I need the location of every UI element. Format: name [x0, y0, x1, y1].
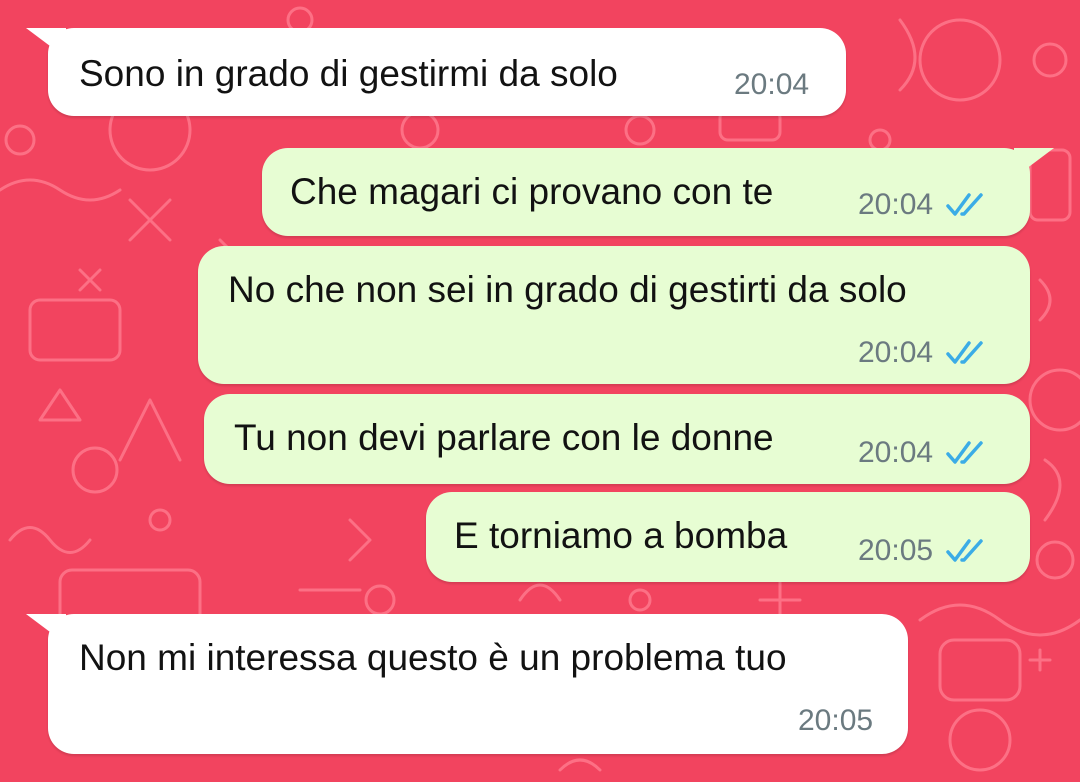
message-text: Non mi interessa questo è un problema tu… [79, 637, 787, 678]
message-bubble-outgoing[interactable]: Tu non devi parlare con le donne 20:04 [204, 394, 1030, 484]
message-bubble-outgoing[interactable]: Che magari ci provano con te 20:04 [262, 148, 1030, 236]
message-timestamp: 20:05 [858, 534, 989, 568]
message-timestamp: 20:04 [858, 436, 989, 470]
message-bubble-incoming[interactable]: Non mi interessa questo è un problema tu… [48, 614, 908, 754]
message-text: Che magari ci provano con te [290, 171, 774, 212]
message-text: Sono in grado di gestirmi da solo [79, 53, 618, 94]
message-timestamp: 20:04 [858, 336, 989, 370]
message-text: E torniamo a bomba [454, 515, 788, 556]
bubble-tail [26, 614, 66, 644]
message-bubble-outgoing[interactable]: E torniamo a bomba 20:05 [426, 492, 1030, 582]
double-check-read-icon [946, 193, 983, 216]
message-timestamp: 20:04 [858, 188, 989, 222]
message-text: No che non sei in grado di gestirti da s… [228, 269, 907, 310]
message-timestamp: 20:05 [798, 704, 874, 737]
message-text: Tu non devi parlare con le donne [234, 417, 774, 458]
message-bubble-outgoing[interactable]: No che non sei in grado di gestirti da s… [198, 246, 1030, 384]
double-check-read-icon [946, 539, 983, 562]
bubble-tail [1014, 148, 1054, 178]
bubble-tail [26, 28, 66, 58]
double-check-read-icon [946, 341, 983, 364]
message-bubble-incoming[interactable]: Sono in grado di gestirmi da solo 20:04 [48, 28, 846, 116]
message-timestamp: 20:04 [734, 68, 810, 101]
double-check-read-icon [946, 441, 983, 464]
